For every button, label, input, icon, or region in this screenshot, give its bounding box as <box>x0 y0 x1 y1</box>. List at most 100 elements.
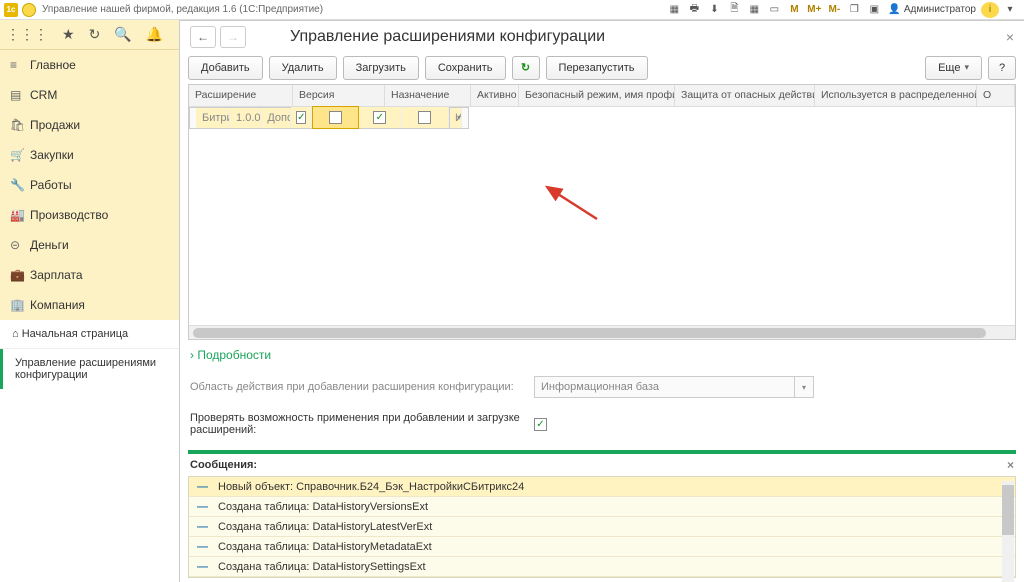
th-purpose[interactable]: Назначение <box>385 85 471 106</box>
messages-close[interactable]: × <box>1007 458 1014 472</box>
sidebar-item-company[interactable]: 🏢Компания <box>0 290 179 320</box>
calc-icon[interactable]: ▭ <box>765 2 783 18</box>
m-icon[interactable]: M <box>785 2 803 18</box>
sidebar-nav: ≡Главное ▤CRM 🛍Продажи 🛒Закупки 🔧Работы … <box>0 50 179 320</box>
vertical-scrollbar[interactable] <box>1002 481 1014 582</box>
checkbox-active[interactable]: ✓ <box>296 111 306 124</box>
checkbox-protection[interactable]: ✓ <box>373 111 386 124</box>
add-button[interactable]: Добавить <box>188 56 263 80</box>
sidebar-item-main[interactable]: ≡Главное <box>0 50 179 80</box>
sales-icon: 🛍 <box>10 118 30 132</box>
dash-icon: — <box>197 501 208 513</box>
page-title: Управление расширениями конфигурации <box>290 28 605 46</box>
sidebar-home[interactable]: ⌂ Начальная страница <box>0 320 179 349</box>
home-icon: ⌂ <box>12 328 22 340</box>
main: ← → Управление расширениями конфигурации… <box>180 20 1024 582</box>
cell-protection[interactable]: ✓ <box>359 107 401 128</box>
toolbar: Добавить Удалить Загрузить Сохранить ↻ П… <box>180 52 1024 83</box>
sidebar-active-page[interactable]: Управление расширениями конфигурации <box>0 349 179 389</box>
sidebar-item-production[interactable]: 🏭Производство <box>0 200 179 230</box>
m-plus-icon[interactable]: M+ <box>805 2 823 18</box>
message-item[interactable]: —Новый объект: Справочник.Б24_Бэк_Настро… <box>189 477 1015 497</box>
save-icon[interactable]: ⬇ <box>705 2 723 18</box>
menu-icon: ≡ <box>10 58 30 72</box>
th-extension[interactable]: Расширение <box>189 85 293 106</box>
cell-distributed[interactable] <box>402 107 449 128</box>
coin-icon: ⊝ <box>10 238 30 252</box>
delete-button[interactable]: Удалить <box>269 56 337 80</box>
sidebar-item-money[interactable]: ⊝Деньги <box>0 230 179 260</box>
logo-1c-icon: 1c <box>4 3 18 17</box>
apps-icon[interactable]: ⋮⋮⋮ <box>6 26 48 43</box>
message-item[interactable]: —Создана таблица: DataHistorySettingsExt <box>189 557 1015 577</box>
th-distributed[interactable]: Используется в распределенной ИБ <box>815 85 977 106</box>
cell-purpose[interactable]: Дополнение <box>261 108 291 128</box>
cell-extension[interactable]: Битрикс24.1С:Бэко... <box>196 108 230 128</box>
sidebar-item-salary[interactable]: 💼Зарплата <box>0 260 179 290</box>
back-button[interactable]: ← <box>190 26 216 48</box>
more-button[interactable]: Еще <box>925 56 982 80</box>
clip-icon[interactable]: ❐ <box>845 2 863 18</box>
cart-icon: 🛒 <box>10 148 30 162</box>
details-toggle[interactable]: Подробности <box>190 348 1014 362</box>
m-minus-icon[interactable]: M- <box>825 2 843 18</box>
sidebar-item-sales[interactable]: 🛍Продажи <box>0 110 179 140</box>
scope-select[interactable]: Информационная база <box>534 376 814 398</box>
restart-button[interactable]: Перезапустить <box>546 56 648 80</box>
briefcase-icon: 💼 <box>10 268 30 282</box>
dash-icon: — <box>197 561 208 573</box>
save-button[interactable]: Сохранить <box>425 56 506 80</box>
message-item[interactable]: —Создана таблица: DataHistoryVersionsExt <box>189 497 1015 517</box>
compare-icon[interactable]: 🗎 <box>725 2 743 18</box>
forward-button[interactable]: → <box>220 26 246 48</box>
cell-version[interactable]: 1.0.0.0 <box>230 108 261 128</box>
sidebar-item-works[interactable]: 🔧Работы <box>0 170 179 200</box>
messages-panel: Сообщения: × —Новый объект: Справочник.Б2… <box>188 454 1016 578</box>
table-header: Расширение Версия Назначение Активно Без… <box>189 85 1015 107</box>
titlebar: 1c Управление нашей фирмой, редакция 1.6… <box>0 0 1024 20</box>
info-icon[interactable]: i <box>981 2 999 18</box>
message-item[interactable]: —Создана таблица: DataHistoryMetadataExt <box>189 537 1015 557</box>
checkbox-distributed[interactable] <box>418 111 431 124</box>
nav-icon[interactable]: ▦ <box>665 2 683 18</box>
bell-icon[interactable]: 🔔 <box>146 26 163 43</box>
dash-icon: — <box>197 481 208 493</box>
cell-safemode[interactable] <box>312 106 359 129</box>
checkbox-safemode[interactable] <box>329 111 342 124</box>
th-last[interactable]: О <box>977 85 1015 106</box>
sidebar-item-purchases[interactable]: 🛒Закупки <box>0 140 179 170</box>
search-icon[interactable]: 🔍 <box>114 26 131 43</box>
th-version[interactable]: Версия <box>293 85 385 106</box>
check-compat-checkbox[interactable]: ✓ <box>534 418 547 431</box>
history-icon[interactable]: ↻ <box>89 26 101 43</box>
star-icon[interactable]: ★ <box>62 26 75 43</box>
dropdown-icon[interactable] <box>22 3 36 17</box>
help-button[interactable]: ? <box>988 56 1016 80</box>
horizontal-scrollbar[interactable] <box>189 325 1015 339</box>
load-button[interactable]: Загрузить <box>343 56 419 80</box>
factory-icon: 🏭 <box>10 208 30 222</box>
table-row[interactable]: Битрикс24.1С:Бэко... 1.0.0.0 Дополнение … <box>189 107 469 129</box>
wrench-icon: 🔧 <box>10 178 30 192</box>
window-icon[interactable]: ▣ <box>865 2 883 18</box>
cell-active[interactable]: ✓ <box>291 107 312 128</box>
messages-header: Сообщения: <box>190 459 257 471</box>
th-active[interactable]: Активно <box>471 85 519 106</box>
sidebar-item-crm[interactable]: ▤CRM <box>0 80 179 110</box>
th-protection[interactable]: Защита от опасных действий <box>675 85 815 106</box>
sidebar: ⋮⋮⋮ ★ ↻ 🔍 🔔 ≡Главное ▤CRM 🛍Продажи 🛒Заку… <box>0 20 180 582</box>
annotation-arrow-icon <box>537 181 607 221</box>
details-section: Подробности Область действия при добавле… <box>180 340 1024 444</box>
calendar-icon[interactable]: ▦ <box>745 2 763 18</box>
close-button[interactable]: × <box>1006 29 1014 45</box>
sidebar-toolbar: ⋮⋮⋮ ★ ↻ 🔍 🔔 <box>0 20 179 50</box>
refresh-button[interactable]: ↻ <box>512 56 540 80</box>
window-title: Управление нашей фирмой, редакция 1.6 (1… <box>42 4 323 15</box>
menu-icon[interactable]: ▾ <box>1001 2 1019 18</box>
scope-label: Область действия при добавлении расширен… <box>190 381 534 393</box>
message-item[interactable]: —Создана таблица: DataHistoryLatestVerEx… <box>189 517 1015 537</box>
print-icon[interactable]: 🖶 <box>685 2 703 18</box>
cell-last[interactable]: И <box>449 108 462 128</box>
user-label[interactable]: 👤Администратор <box>888 4 976 15</box>
th-safemode[interactable]: Безопасный режим, имя профиля <box>519 85 675 106</box>
